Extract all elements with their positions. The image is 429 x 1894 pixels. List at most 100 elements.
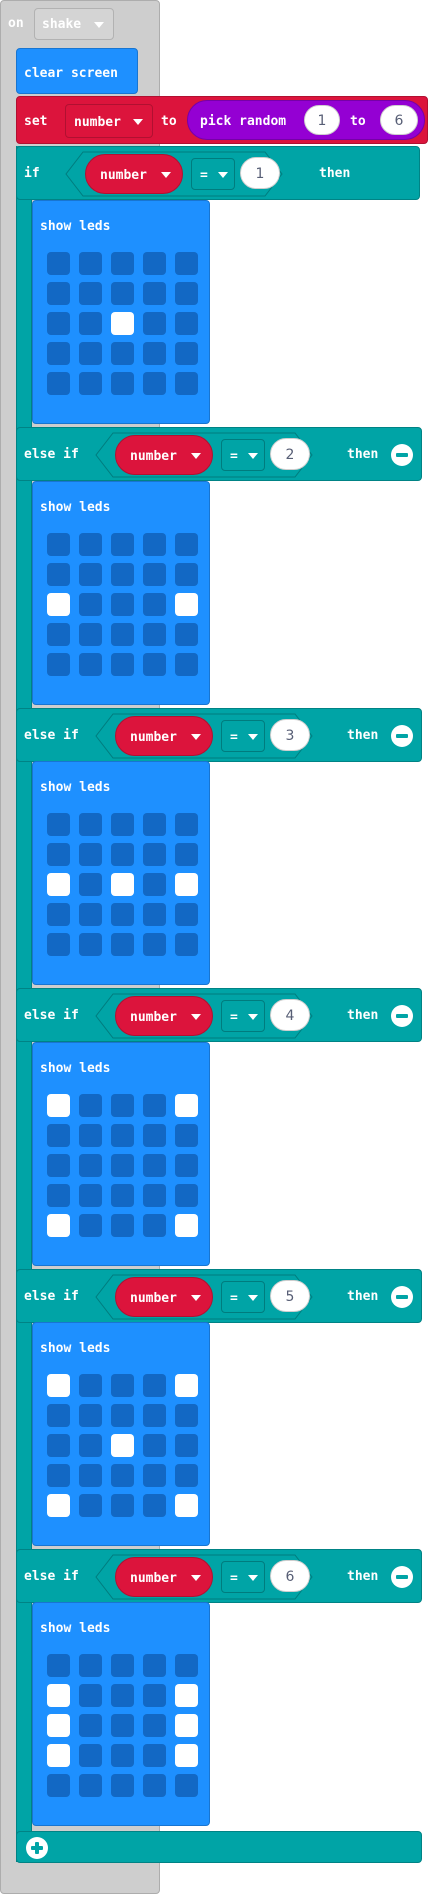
led-cell[interactable]: [47, 1654, 70, 1677]
led-cell[interactable]: [47, 1094, 70, 1117]
led-cell[interactable]: [79, 1184, 102, 1207]
led-cell[interactable]: [175, 933, 198, 956]
led-cell[interactable]: [111, 1714, 134, 1737]
led-cell[interactable]: [175, 533, 198, 556]
else-if-header-2[interactable]: else if number = 2 then: [16, 427, 422, 481]
led-cell[interactable]: [111, 1654, 134, 1677]
led-cell[interactable]: [143, 1404, 166, 1427]
led-cell[interactable]: [175, 563, 198, 586]
compare-value-input-2[interactable]: 2: [270, 438, 310, 470]
led-cell[interactable]: [175, 282, 198, 305]
led-cell[interactable]: [111, 1094, 134, 1117]
led-cell[interactable]: [79, 653, 102, 676]
led-cell[interactable]: [175, 1654, 198, 1677]
led-cell[interactable]: [47, 1774, 70, 1797]
led-cell[interactable]: [175, 1404, 198, 1427]
led-cell[interactable]: [175, 843, 198, 866]
compare-operator-dropdown-4[interactable]: =: [221, 1000, 265, 1032]
led-cell[interactable]: [175, 1434, 198, 1457]
compare-variable-2[interactable]: number: [115, 435, 213, 475]
led-cell[interactable]: [143, 1774, 166, 1797]
led-cell[interactable]: [47, 312, 70, 335]
led-cell[interactable]: [111, 372, 134, 395]
led-cell[interactable]: [143, 252, 166, 275]
led-cell[interactable]: [79, 903, 102, 926]
led-cell[interactable]: [143, 593, 166, 616]
compare-variable-1[interactable]: number: [85, 154, 183, 194]
led-cell[interactable]: [79, 563, 102, 586]
led-cell[interactable]: [79, 372, 102, 395]
led-cell[interactable]: [47, 1214, 70, 1237]
led-cell[interactable]: [79, 1714, 102, 1737]
random-max-input[interactable]: 6: [380, 105, 418, 135]
led-cell[interactable]: [175, 653, 198, 676]
led-cell[interactable]: [143, 1094, 166, 1117]
set-variable-block[interactable]: set number to pick random 1 to 6: [16, 96, 428, 144]
led-cell[interactable]: [79, 1094, 102, 1117]
led-cell[interactable]: [111, 312, 134, 335]
led-cell[interactable]: [143, 1184, 166, 1207]
led-cell[interactable]: [175, 1714, 198, 1737]
compare-variable-5[interactable]: number: [115, 1277, 213, 1317]
random-min-input[interactable]: 1: [304, 105, 340, 135]
remove-else-if-icon[interactable]: [391, 1286, 413, 1308]
led-cell[interactable]: [79, 1154, 102, 1177]
led-cell[interactable]: [47, 1404, 70, 1427]
led-cell[interactable]: [47, 282, 70, 305]
led-cell[interactable]: [175, 1744, 198, 1767]
led-cell[interactable]: [175, 903, 198, 926]
led-cell[interactable]: [143, 282, 166, 305]
remove-else-if-icon[interactable]: [391, 725, 413, 747]
led-cell[interactable]: [175, 1094, 198, 1117]
led-cell[interactable]: [175, 623, 198, 646]
led-cell[interactable]: [47, 1494, 70, 1517]
led-cell[interactable]: [79, 1654, 102, 1677]
led-cell[interactable]: [47, 1374, 70, 1397]
led-cell[interactable]: [47, 533, 70, 556]
led-cell[interactable]: [175, 342, 198, 365]
led-cell[interactable]: [175, 312, 198, 335]
led-cell[interactable]: [175, 252, 198, 275]
led-cell[interactable]: [175, 873, 198, 896]
led-cell[interactable]: [79, 593, 102, 616]
led-cell[interactable]: [79, 1214, 102, 1237]
led-cell[interactable]: [47, 1124, 70, 1147]
led-cell[interactable]: [111, 903, 134, 926]
led-cell[interactable]: [79, 1124, 102, 1147]
led-cell[interactable]: [111, 1774, 134, 1797]
pick-random-block[interactable]: pick random 1 to 6: [187, 100, 425, 140]
led-cell[interactable]: [79, 1464, 102, 1487]
if-header-1[interactable]: if number = 1 then: [16, 146, 420, 200]
led-cell[interactable]: [111, 1434, 134, 1457]
led-cell[interactable]: [143, 653, 166, 676]
else-if-header-3[interactable]: else if number = 3 then: [16, 708, 422, 762]
show-leds-block-1[interactable]: show leds: [32, 200, 210, 424]
led-cell[interactable]: [47, 1684, 70, 1707]
led-cell[interactable]: [143, 1154, 166, 1177]
led-cell[interactable]: [79, 1684, 102, 1707]
led-cell[interactable]: [79, 1374, 102, 1397]
show-leds-block-2[interactable]: show leds: [32, 481, 210, 705]
led-cell[interactable]: [175, 1464, 198, 1487]
led-cell[interactable]: [111, 843, 134, 866]
compare-value-input-3[interactable]: 3: [270, 719, 310, 751]
led-cell[interactable]: [79, 533, 102, 556]
led-cell[interactable]: [111, 1214, 134, 1237]
led-cell[interactable]: [47, 1464, 70, 1487]
led-cell[interactable]: [143, 843, 166, 866]
led-cell[interactable]: [47, 813, 70, 836]
led-cell[interactable]: [175, 1494, 198, 1517]
led-cell[interactable]: [79, 813, 102, 836]
led-cell[interactable]: [47, 252, 70, 275]
led-cell[interactable]: [143, 873, 166, 896]
led-cell[interactable]: [79, 1774, 102, 1797]
show-leds-block-3[interactable]: show leds: [32, 761, 210, 985]
led-cell[interactable]: [79, 1404, 102, 1427]
show-leds-block-4[interactable]: show leds: [32, 1042, 210, 1266]
led-cell[interactable]: [111, 1494, 134, 1517]
compare-operator-dropdown-1[interactable]: =: [191, 158, 235, 190]
gesture-dropdown[interactable]: shake: [34, 8, 114, 40]
led-cell[interactable]: [79, 252, 102, 275]
led-cell[interactable]: [47, 342, 70, 365]
compare-variable-6[interactable]: number: [115, 1557, 213, 1597]
